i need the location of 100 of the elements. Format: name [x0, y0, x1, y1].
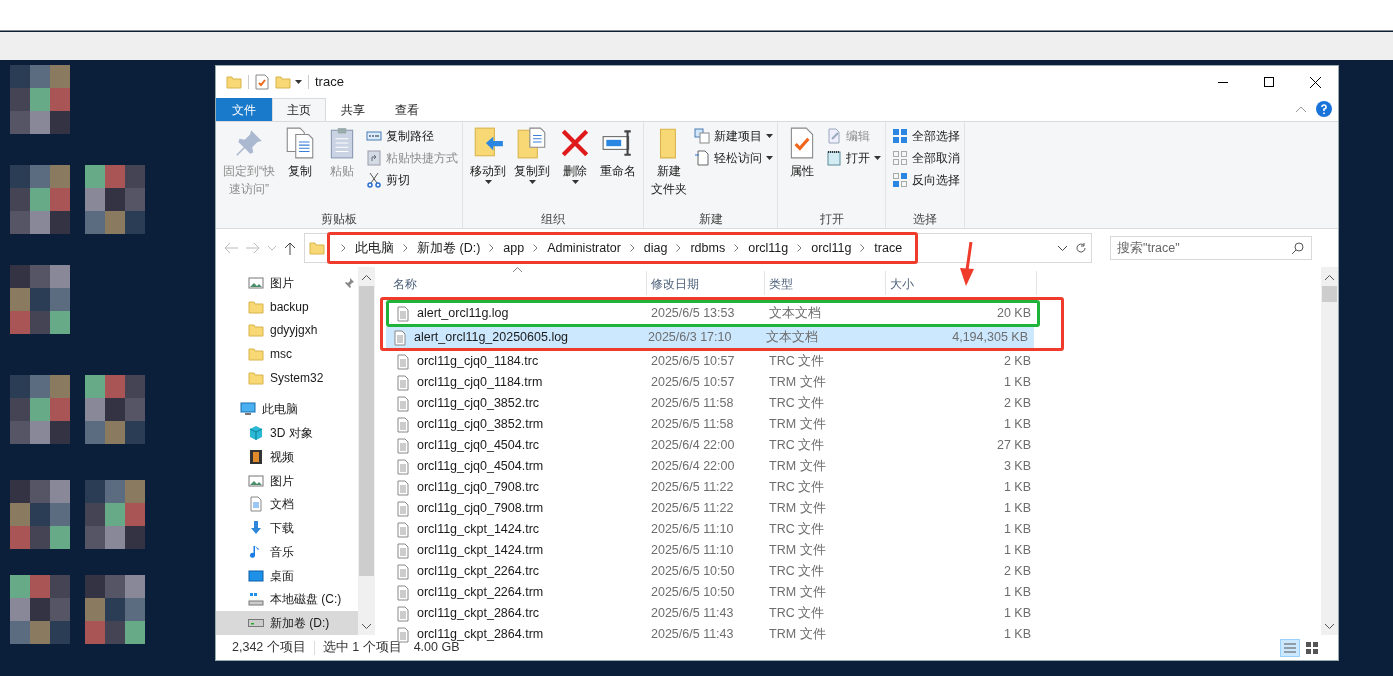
nav-item[interactable]: 此电脑	[216, 397, 358, 422]
text-file-icon	[395, 416, 411, 433]
folder-icon	[248, 369, 264, 386]
file-row[interactable]: orcl11g_cjq0_3852.trm 2025/6/5 11:58 TRM 文件 1 KB	[389, 414, 1037, 435]
file-row[interactable]: orcl11g_ckpt_2864.trc 2025/6/5 11:43 TRC 文件 1 KB	[389, 603, 1037, 624]
nav-item[interactable]: gdyyjgxh	[216, 318, 358, 343]
chevron-down-icon	[1325, 624, 1334, 629]
file-row[interactable]: orcl11g_cjq0_7908.trc 2025/6/5 11:22 TRC 文件 1 KB	[389, 477, 1037, 498]
folder-icon	[248, 298, 264, 315]
folder-icon	[248, 346, 264, 363]
ribbon-button[interactable]: 全部取消	[892, 148, 960, 168]
file-row[interactable]: orcl11g_ckpt_2264.trm 2025/6/5 10:50 TRM 文件 1 KB	[389, 582, 1037, 603]
scrollbar[interactable]	[358, 267, 375, 635]
nav-item[interactable]: backup	[216, 294, 358, 319]
file-name: orcl11g_cjq0_1184.trc	[417, 353, 539, 371]
ribbon-tab[interactable]: 主页	[272, 98, 326, 121]
file-row[interactable]: alert_orcl11g.log 2025/6/5 13:53 文本文档 20 KB	[389, 303, 1037, 324]
file-row[interactable]: orcl11g_ckpt_2264.trc 2025/6/5 10:50 TRC 文件 2 KB	[389, 561, 1037, 582]
nav-item[interactable]: 音乐	[216, 540, 358, 564]
file-row[interactable]: orcl11g_cjq0_4504.trc 2025/6/4 22:00 TRC 文件 27 KB	[389, 435, 1037, 456]
nav-item[interactable]: 图片	[216, 271, 358, 295]
file-name: orcl11g_ckpt_2264.trm	[417, 584, 544, 602]
breadcrumb-item[interactable]: orcl11g	[748, 238, 789, 258]
desktop-icon[interactable]	[85, 575, 145, 645]
column-header[interactable]: 修改日期	[647, 271, 765, 295]
desktop-icon[interactable]	[85, 480, 145, 550]
ribbon-button[interactable]: 属性	[782, 126, 822, 210]
nav-item[interactable]: 桌面	[216, 563, 358, 588]
ribbon-button[interactable]: 反向选择	[892, 170, 960, 190]
file-row[interactable]: orcl11g_cjq0_3852.trc 2025/6/5 11:58 TRC 文件 2 KB	[389, 393, 1037, 414]
notepad-icon	[826, 150, 842, 166]
help-icon[interactable]	[1316, 101, 1332, 117]
breadcrumb-item[interactable]: rdbms	[690, 238, 726, 258]
file-row[interactable]: orcl11g_ckpt_1424.trm 2025/6/5 11:10 TRM 文件 1 KB	[389, 540, 1037, 561]
file-row[interactable]: orcl11g_ckpt_1424.trc 2025/6/5 11:10 TRC 文件 1 KB	[389, 519, 1037, 540]
refresh-icon[interactable]	[1075, 242, 1087, 254]
desktop-icon[interactable]	[85, 375, 145, 445]
desktop-icon[interactable]	[10, 480, 70, 550]
nav-item[interactable]: 视频	[216, 445, 358, 469]
ribbon-button[interactable]: 轻松访问	[694, 148, 773, 168]
nav-item[interactable]: 本地磁盘 (C:)	[216, 587, 358, 612]
nav-item[interactable]: 下载	[216, 516, 358, 540]
date-cell-text: 2025/6/5 11:43	[650, 626, 735, 644]
nav-item[interactable]: 3D 对象	[216, 421, 358, 446]
ribbon-button[interactable]: 重命名	[597, 126, 639, 210]
ribbon-tab[interactable]: 共享	[326, 98, 380, 121]
text-file-icon	[395, 563, 411, 580]
nav-item[interactable]: 新加卷 (D:)	[216, 611, 358, 635]
group-label: 组织	[540, 211, 566, 228]
chevron-down-icon[interactable]	[1058, 245, 1067, 251]
search-field[interactable]: 搜索"trace"	[1110, 236, 1312, 260]
nav-item[interactable]: System32	[216, 365, 358, 390]
maximize-icon	[1264, 77, 1274, 87]
scrollbar[interactable]	[1321, 267, 1338, 635]
up-arrow-icon[interactable]	[284, 241, 296, 255]
desktop-icon[interactable]	[10, 165, 70, 235]
type-cell-text: TRM 文件	[768, 374, 827, 392]
ribbon-button[interactable]: 新建 文件夹	[648, 126, 690, 210]
file-row[interactable]: orcl11g_cjq0_7908.trm 2025/6/5 11:22 TRM 文件 1 KB	[389, 498, 1037, 519]
ribbon-button[interactable]: 复制	[280, 126, 320, 210]
ribbon-button[interactable]: 复制到	[511, 126, 553, 210]
column-header[interactable]: 名称	[389, 271, 647, 295]
ribbon-button[interactable]: 移动到	[467, 126, 509, 210]
breadcrumb-item[interactable]: 新加卷 (D:)	[417, 238, 481, 258]
scrollbar-thumb[interactable]	[1322, 286, 1337, 302]
nav-item[interactable]: 图片	[216, 468, 358, 493]
desktop-icon[interactable]	[85, 165, 145, 235]
ribbon-button[interactable]: 删除	[555, 126, 595, 210]
desktop-icon[interactable]	[10, 375, 70, 445]
ribbon-tab[interactable]: 查看	[380, 98, 434, 121]
ribbon-button[interactable]: 剪切	[366, 170, 458, 190]
file-row[interactable]: orcl11g_cjq0_4504.trm 2025/6/4 22:00 TRM 文件 3 KB	[389, 456, 1037, 477]
chevron-up-icon[interactable]	[1296, 106, 1306, 112]
properties-icon[interactable]	[255, 74, 269, 90]
desktop-icon[interactable]	[10, 65, 70, 135]
new-item-icon	[694, 128, 710, 144]
ribbon-button[interactable]: 新建项目	[694, 126, 773, 146]
desktop-icon[interactable]	[10, 265, 70, 335]
date-cell-text: 2025/6/5 11:58	[650, 416, 735, 434]
ribbon-button[interactable]: 打开	[826, 148, 881, 168]
ribbon-button[interactable]: 复制路径	[366, 126, 458, 146]
breadcrumb-item[interactable]: trace	[874, 238, 903, 258]
breadcrumb-item[interactable]: app	[503, 238, 525, 258]
scrollbar-thumb[interactable]	[359, 286, 374, 576]
date-cell-text: 2025/6/5 11:58	[650, 395, 735, 413]
breadcrumb-item[interactable]: 此电脑	[355, 238, 394, 258]
ribbon-button[interactable]: 全部选择	[892, 126, 960, 146]
document-icon	[248, 496, 264, 513]
breadcrumb-item[interactable]: orcl11g	[811, 238, 852, 258]
column-header[interactable]: 类型	[765, 271, 886, 295]
file-row[interactable]: orcl11g_cjq0_1184.trc 2025/6/5 10:57 TRC 文件 2 KB	[389, 351, 1037, 372]
file-row[interactable]: alert_orcl11g_20250605.log 2025/6/3 17:10 文本文档 4,194,305 KB	[386, 327, 1034, 348]
file-row[interactable]: orcl11g_cjq0_1184.trm 2025/6/5 10:57 TRM 文件 1 KB	[389, 372, 1037, 393]
address-bar[interactable]: 此电脑 新加卷 (D:) app Administrator diag rdbms orcl11g orcl11g trace	[304, 233, 1092, 263]
nav-item[interactable]: msc	[216, 342, 358, 366]
breadcrumb-item[interactable]: Administrator	[547, 238, 621, 258]
desktop-icon[interactable]	[10, 575, 70, 645]
breadcrumb-item[interactable]: diag	[643, 238, 668, 258]
nav-item[interactable]: 文档	[216, 492, 358, 517]
file-tab[interactable]: 文件	[216, 98, 272, 121]
